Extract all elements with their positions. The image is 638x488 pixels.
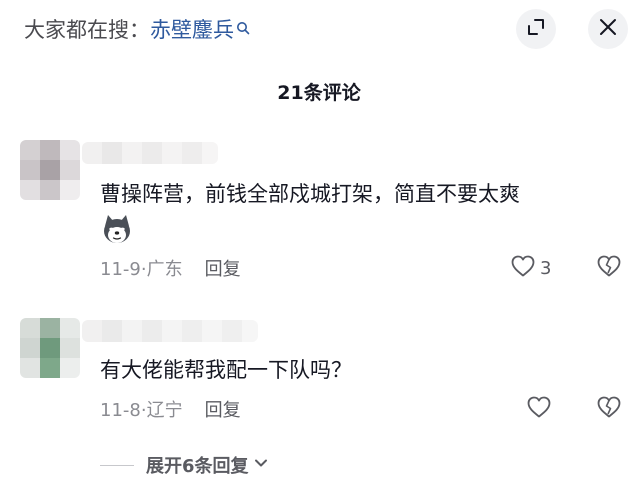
- expand-replies-button[interactable]: 展开6条回复: [100, 452, 269, 478]
- close-icon: [599, 18, 617, 40]
- expand-replies-label: 展开6条回复: [146, 456, 249, 477]
- top-bar: 大家都在搜：赤壁鏖兵: [0, 0, 638, 62]
- comment-meta: 11-9·广东 回复: [100, 255, 241, 281]
- comment-count-title: 21条评论: [277, 82, 361, 104]
- like-count: 3: [540, 257, 552, 279]
- divider: [100, 464, 134, 466]
- close-button[interactable]: [588, 9, 628, 49]
- dislike-button[interactable]: [596, 395, 622, 423]
- search-suggestion-keyword[interactable]: 赤壁鏖兵: [150, 18, 234, 42]
- heart-icon: [510, 254, 536, 282]
- comment-location: 广东: [146, 259, 183, 280]
- comment-date: 11-8: [100, 400, 141, 421]
- comment-location: 辽宁: [146, 400, 183, 421]
- broken-heart-icon: [596, 396, 622, 423]
- avatar[interactable]: [20, 318, 80, 378]
- expand-icon: [526, 17, 546, 41]
- comment-meta: 11-8·辽宁 回复: [100, 396, 241, 422]
- dislike-button[interactable]: [596, 254, 622, 282]
- reply-button[interactable]: 回复: [205, 259, 241, 280]
- comment-text: 有大佬能帮我配一下队吗？: [100, 358, 352, 382]
- broken-heart-icon: [596, 255, 622, 282]
- chevron-down-icon: [253, 455, 269, 475]
- like-button[interactable]: 3: [510, 254, 551, 282]
- heart-icon: [526, 395, 552, 423]
- avatar[interactable]: [20, 140, 80, 200]
- reply-button[interactable]: 回复: [205, 400, 241, 421]
- username[interactable]: [82, 142, 218, 164]
- search-suggestion-prefix: 大家都在搜：: [24, 18, 150, 42]
- expand-button[interactable]: [516, 9, 556, 49]
- username[interactable]: [82, 320, 258, 342]
- search-suggestion[interactable]: 大家都在搜：赤壁鏖兵: [24, 14, 250, 44]
- search-icon: [236, 16, 250, 40]
- dog-face-emoji: [100, 212, 134, 246]
- comment-text: 曹操阵营，前钱全部戍城打架，简直不要太爽: [100, 182, 520, 206]
- comment-date: 11-9: [100, 259, 141, 280]
- like-button[interactable]: [526, 395, 552, 423]
